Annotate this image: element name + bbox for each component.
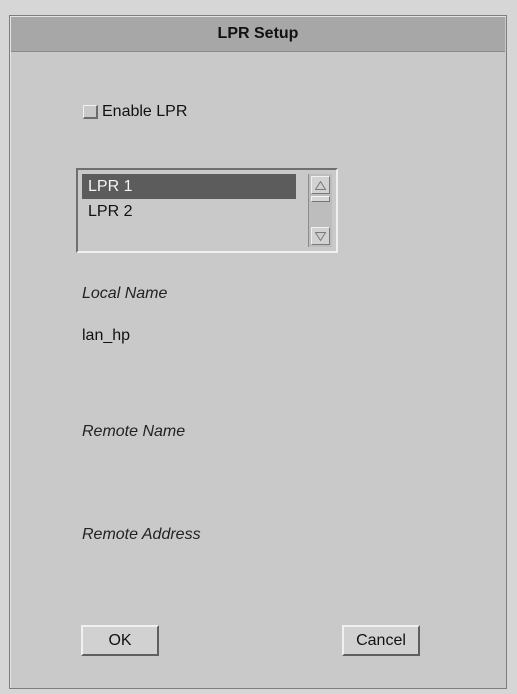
remote-name-label: Remote Name [82, 423, 186, 440]
lpr-listbox[interactable]: LPR 1 LPR 2 [76, 168, 338, 253]
enable-lpr-checkbox[interactable]: Enable LPR [83, 103, 187, 121]
local-name-value: lan_hp [82, 327, 131, 344]
list-item-lpr-1[interactable]: LPR 1 [82, 174, 296, 199]
list-item-lpr-2[interactable]: LPR 2 [82, 199, 296, 224]
cancel-button[interactable]: Cancel [342, 625, 420, 656]
list-items: LPR 1 LPR 2 [82, 174, 296, 247]
ok-button[interactable]: OK [81, 625, 159, 656]
triangle-up-icon [315, 180, 326, 190]
dialog-title: LPR Setup [11, 17, 505, 52]
list-scrollbar[interactable] [308, 174, 332, 247]
local-name-label: Local Name [82, 285, 168, 302]
scroll-up-button[interactable] [311, 176, 330, 194]
remote-address-label: Remote Address [82, 526, 201, 543]
checkbox-box[interactable] [83, 105, 98, 119]
triangle-down-icon [315, 231, 326, 241]
scroll-thumb[interactable] [311, 196, 330, 202]
lpr-setup-dialog: LPR Setup Enable LPR LPR 1 LPR 2 Local N… [9, 15, 507, 689]
enable-lpr-label: Enable LPR [102, 103, 188, 120]
scroll-down-button[interactable] [311, 227, 330, 245]
